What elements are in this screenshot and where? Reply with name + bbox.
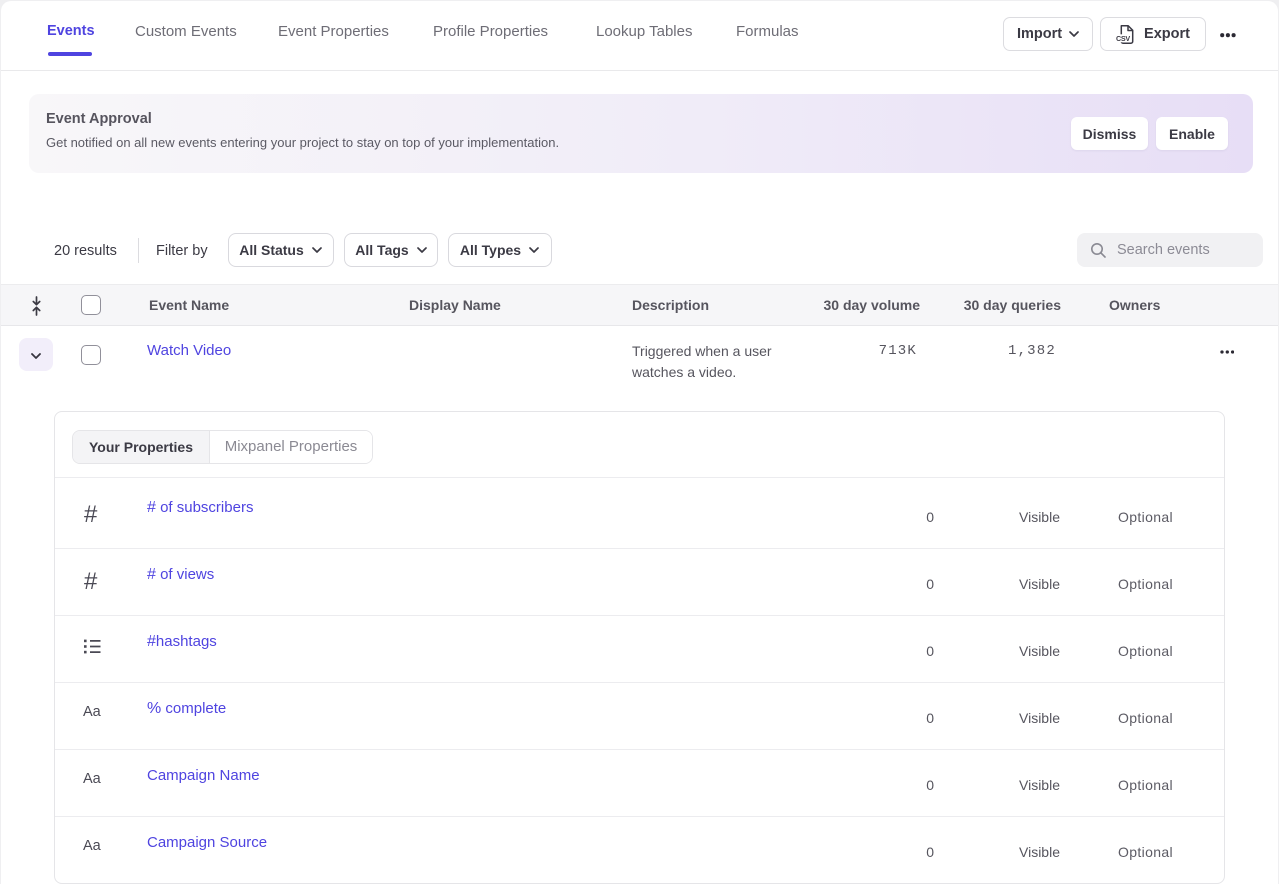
svg-text:CSV: CSV [1116,34,1130,43]
